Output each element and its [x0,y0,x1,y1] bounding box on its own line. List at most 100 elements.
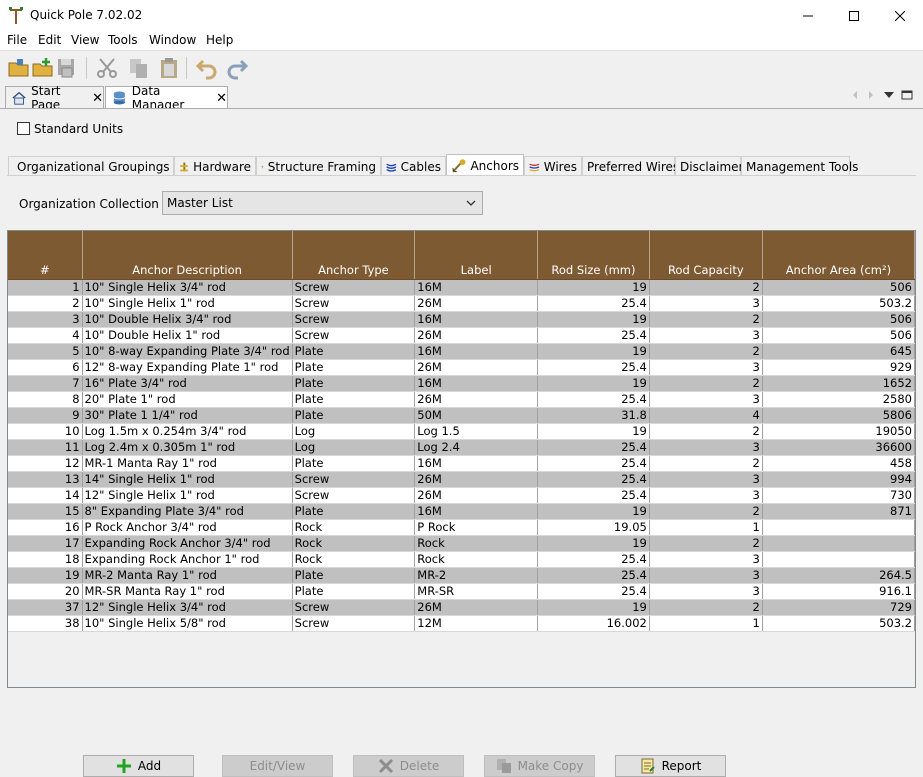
cell-anchor-type[interactable]: Screw [292,311,416,328]
open-folder-icon[interactable] [7,56,31,80]
delete-button[interactable]: Delete [353,755,464,777]
cell-label[interactable]: 26M [414,487,538,504]
cell-rod-size[interactable]: 19 [537,423,650,440]
cell-rod-capacity[interactable]: 3 [649,471,763,488]
cell-anchor-type[interactable]: Screw [292,327,416,344]
cell-anchor-description[interactable]: 14" Single Helix 1" rod [82,471,293,488]
cell-number[interactable]: 4 [8,327,83,344]
table-row[interactable]: 13 14" Single Helix 1" rod Screw 26M 25.4 3 99… [8,471,915,488]
cell-rod-capacity[interactable]: 3 [649,327,763,344]
cell-label[interactable]: Log 1.5 [414,423,538,440]
cell-rod-size[interactable]: 25.4 [537,567,650,584]
cell-anchor-area[interactable]: 916.1 [762,583,915,600]
cell-rod-capacity[interactable]: 2 [649,343,763,360]
cell-rod-size[interactable]: 19 [537,279,650,296]
maximize-button[interactable] [831,0,877,31]
col-header-rod-capacity[interactable]: Rod Capacity [649,231,763,280]
table-row[interactable]: 7 16" Plate 3/4" rod Plate 16M 19 2 1652 [8,375,915,392]
make-copy-button[interactable]: Make Copy [484,755,595,777]
cell-number[interactable]: 1 [8,279,83,296]
tab-anchors[interactable]: Anchors [446,154,524,176]
col-header-anchor-description[interactable]: Anchor Description [82,231,293,280]
cell-label[interactable]: 26M [414,599,538,616]
table-row[interactable]: 6 12" 8-way Expanding Plate 1" rod Plate 26… [8,359,915,376]
report-button[interactable]: Report [615,755,726,777]
table-row[interactable]: 20 MR-SR Manta Ray 1" rod Plate MR-SR 25.4 3 9… [8,583,915,600]
menu-view[interactable]: View [71,33,99,47]
cell-anchor-type[interactable]: Rock [292,535,416,552]
cell-number[interactable]: 7 [8,375,83,392]
cell-anchor-area[interactable]: 503.2 [762,295,915,312]
cell-label[interactable]: 26M [414,327,538,344]
table-row[interactable]: 10 Log 1.5m x 0.254m 3/4" rod Log Log 1.5 19… [8,423,915,440]
tab-management-tools[interactable]: Management Tools [741,156,858,176]
cell-anchor-type[interactable]: Plate [292,343,416,360]
cell-anchor-area[interactable]: 929 [762,359,915,376]
cell-number[interactable]: 11 [8,439,83,456]
tab-hardware[interactable]: Hardware [174,156,256,176]
edit-view-button[interactable]: Edit/View [222,755,333,777]
cell-label[interactable]: MR-SR [414,583,538,600]
cell-rod-size[interactable]: 25.4 [537,455,650,472]
cell-anchor-type[interactable]: Plate [292,503,416,520]
tab-structure-framing[interactable]: Structure Framing [256,156,381,176]
cell-label[interactable]: P Rock [414,519,538,536]
cell-anchor-area[interactable]: 871 [762,503,915,520]
menu-edit[interactable]: Edit [38,33,61,47]
cell-anchor-description[interactable]: 10" Double Helix 3/4" rod [82,311,293,328]
cell-anchor-description[interactable]: 12" Single Helix 1" rod [82,487,293,504]
cell-rod-capacity[interactable]: 3 [649,487,763,504]
cell-anchor-area[interactable]: 2580 [762,391,915,408]
scroll-left-icon[interactable] [850,90,860,100]
cell-label[interactable]: 26M [414,471,538,488]
tab-cables[interactable]: Cables [381,156,446,176]
cell-anchor-type[interactable]: Plate [292,375,416,392]
cell-rod-size[interactable]: 19 [537,535,650,552]
cell-anchor-area[interactable]: 506 [762,279,915,296]
tab-list-dropdown-icon[interactable] [883,90,895,100]
cell-number[interactable]: 38 [8,615,83,632]
cell-anchor-description[interactable]: 10" Single Helix 1" rod [82,295,293,312]
cell-anchor-area[interactable]: 994 [762,471,915,488]
menu-tools[interactable]: Tools [108,33,138,47]
cell-label[interactable]: Log 2.4 [414,439,538,456]
cell-anchor-description[interactable]: 16" Plate 3/4" rod [82,375,293,392]
cell-anchor-description[interactable]: Expanding Rock Anchor 3/4" rod [82,535,293,552]
col-header-anchor-area[interactable]: Anchor Area (cm²) [762,231,915,280]
cell-rod-capacity[interactable]: 2 [649,599,763,616]
cell-anchor-type[interactable]: Plate [292,391,416,408]
cell-rod-size[interactable]: 25.4 [537,391,650,408]
restore-pane-icon[interactable] [901,90,913,100]
cell-rod-size[interactable]: 19 [537,343,650,360]
organization-collection-select[interactable]: Master List [162,191,483,215]
cell-rod-capacity[interactable]: 4 [649,407,763,424]
cell-label[interactable]: 16M [414,311,538,328]
cell-anchor-description[interactable]: 10" Double Helix 1" rod [82,327,293,344]
tab-start-page[interactable]: Start Page ✕ [5,84,104,112]
cell-rod-size[interactable]: 25.4 [537,471,650,488]
cell-anchor-area[interactable]: 645 [762,343,915,360]
cell-rod-size[interactable]: 25.4 [537,439,650,456]
cut-icon[interactable] [95,56,119,80]
cell-rod-capacity[interactable]: 3 [649,439,763,456]
cell-anchor-type[interactable]: Plate [292,407,416,424]
cell-rod-size[interactable]: 19 [537,311,650,328]
cell-anchor-type[interactable]: Plate [292,567,416,584]
cell-rod-size[interactable]: 19.05 [537,519,650,536]
cell-anchor-description[interactable]: MR-1 Manta Ray 1" rod [82,455,293,472]
table-row[interactable]: 2 10" Single Helix 1" rod Screw 26M 25.4 3 503… [8,295,915,312]
cell-rod-size[interactable]: 25.4 [537,583,650,600]
cell-label[interactable]: 12M [414,615,538,632]
cell-number[interactable]: 13 [8,471,83,488]
cell-rod-size[interactable]: 19 [537,599,650,616]
cell-label[interactable]: 16M [414,503,538,520]
tab-wires[interactable]: Wires [524,156,582,176]
cell-label[interactable]: 50M [414,407,538,424]
cell-anchor-description[interactable]: MR-SR Manta Ray 1" rod [82,583,293,600]
cell-rod-capacity[interactable]: 3 [649,295,763,312]
cell-rod-capacity[interactable]: 3 [649,567,763,584]
cell-anchor-area[interactable] [762,551,915,568]
new-folder-icon[interactable] [31,56,55,80]
cell-rod-capacity[interactable]: 3 [649,551,763,568]
cell-rod-size[interactable]: 25.4 [537,295,650,312]
